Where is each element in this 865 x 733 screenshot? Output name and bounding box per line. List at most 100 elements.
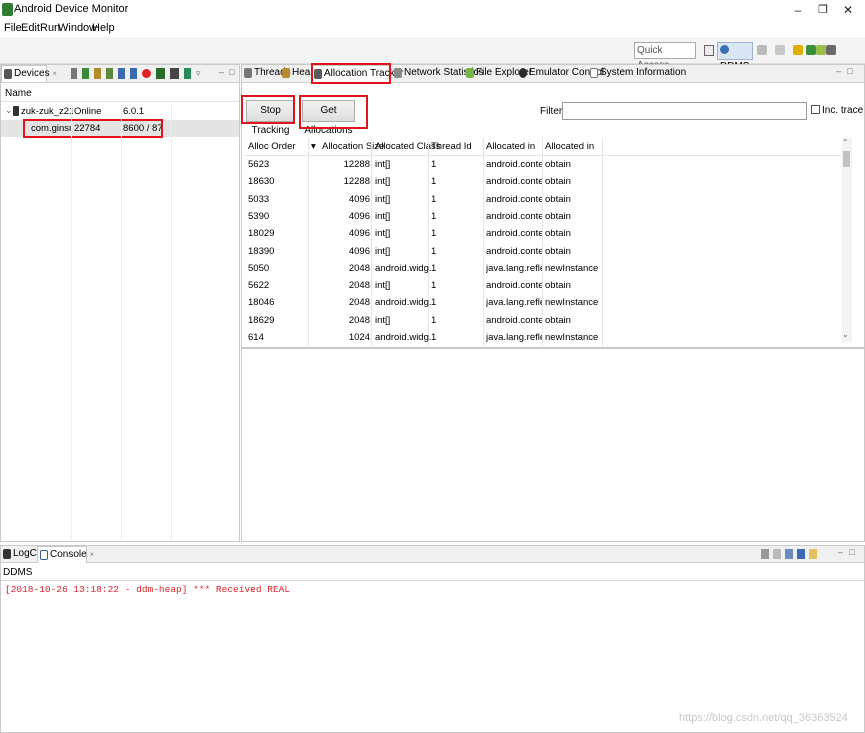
scroll-up-icon[interactable]: ⌃: [842, 138, 849, 147]
col-allocated-in[interactable]: Allocated in: [486, 138, 535, 156]
clear-console-icon[interactable]: [773, 549, 781, 559]
open-console-icon[interactable]: [809, 549, 817, 559]
tab-devices[interactable]: Devices ×: [1, 65, 57, 82]
table-cell: 1: [431, 297, 437, 309]
tab-file-explorer[interactable]: File Explorer: [464, 65, 532, 82]
table-cell: int[]: [375, 228, 391, 240]
inc-trace-checkbox[interactable]: [811, 105, 820, 114]
table-cell: 5623: [248, 159, 270, 170]
tab-console[interactable]: Console ×: [37, 546, 94, 563]
update-threads-icon[interactable]: [118, 68, 125, 79]
process-row[interactable]: com.ginsmil 22784 8600 / 87: [1, 120, 239, 137]
tab-allocation-tracker[interactable]: Allocation Tracker: [311, 65, 403, 82]
table-row[interactable]: 5622 2048 int[] 1 android.conte...obtain: [244, 277, 844, 294]
process-pid: 22784: [74, 123, 101, 134]
stop-tracking-button[interactable]: Stop Tracking: [246, 100, 295, 136]
menu-file[interactable]: File: [4, 22, 22, 34]
method-profiling-icon[interactable]: [130, 68, 137, 79]
close-button[interactable]: ✕: [838, 1, 858, 19]
console-divider: [1, 580, 864, 581]
maximize-view-icon[interactable]: □: [849, 547, 854, 557]
opengl-trace-icon[interactable]: [184, 68, 191, 79]
table-row[interactable]: 5050 2048 android.widg...1 java.lang.refle.…: [244, 260, 844, 277]
table-cell: android.conte...: [486, 159, 542, 170]
table-cell: android.conte...: [486, 228, 542, 240]
system-info-icon: [590, 68, 598, 78]
debug-icon[interactable]: [757, 45, 767, 55]
tab-network-statistics[interactable]: Network Statistics: [392, 65, 483, 82]
table-cell: newInstance: [545, 262, 599, 274]
minimize-view-icon[interactable]: –: [836, 66, 841, 76]
table-cell: 1: [431, 193, 437, 205]
tools-icon[interactable]: [826, 45, 836, 55]
sdk-manager-icon[interactable]: [806, 45, 816, 55]
table-row[interactable]: 614 1024 android.widg...1 java.lang.refle..…: [244, 329, 844, 346]
table-row[interactable]: 18029 4096 int[] 1 android.conte...obtain: [244, 225, 844, 242]
device-row[interactable]: ⌄ zuk-zuk_z2131- Online 6.0.1: [1, 103, 239, 120]
devices-col-divider: [71, 103, 72, 541]
col-alloc-order[interactable]: Alloc Order: [248, 138, 296, 156]
update-heap-icon[interactable]: [82, 68, 89, 79]
table-row[interactable]: 18046 2048 android.widg...1 java.lang.refle…: [244, 294, 844, 311]
filter-input[interactable]: [562, 102, 807, 120]
tab-heap[interactable]: Heap: [280, 65, 316, 82]
get-allocations-button[interactable]: Get Allocations: [302, 100, 355, 136]
tab-system-information[interactable]: System Information: [588, 65, 686, 82]
col-thread-id[interactable]: Thread Id: [431, 138, 472, 156]
tab-threads[interactable]: Threads: [242, 65, 291, 82]
table-scrollbar[interactable]: ⌃ ⌄: [842, 138, 852, 342]
pin-console-icon[interactable]: [785, 549, 793, 559]
scrollbar-thumb[interactable]: [843, 151, 850, 167]
open-perspective-icon[interactable]: [704, 45, 714, 56]
ddms-perspective-button[interactable]: DDMS: [717, 42, 753, 72]
minimize-view-icon[interactable]: –: [838, 547, 843, 557]
scroll-lock-icon[interactable]: [761, 549, 769, 559]
close-tab-icon[interactable]: ×: [89, 550, 94, 559]
table-cell: obtain: [545, 210, 571, 222]
expand-chevron-icon[interactable]: ⌄: [5, 105, 13, 116]
network-icon: [394, 68, 402, 78]
table-cell: android.conte...: [486, 314, 542, 326]
view-menu-icon[interactable]: ▿: [196, 68, 203, 79]
splitter[interactable]: [242, 347, 864, 349]
quick-access-input[interactable]: Quick Access: [634, 42, 696, 71]
systrace-icon[interactable]: [170, 68, 179, 79]
display-console-icon[interactable]: [797, 549, 805, 559]
table-cell: android.conte...: [486, 210, 542, 222]
debug-process-icon[interactable]: [71, 68, 77, 79]
table-row[interactable]: 5623 12288 int[] 1 android.conte...obtain: [244, 156, 844, 173]
table-row[interactable]: 18630 12288 int[] 1 android.conte...obtain: [244, 173, 844, 190]
table-cell: obtain: [545, 245, 571, 257]
table-row[interactable]: 5033 4096 int[] 1 android.conte...obtain: [244, 191, 844, 208]
hierarchy-icon[interactable]: [793, 45, 803, 55]
tab-emulator-control[interactable]: Emulator Control: [517, 65, 604, 82]
gc-icon[interactable]: [106, 68, 113, 79]
col-allocated-in-method[interactable]: Allocated in: [545, 138, 594, 156]
avd-manager-icon[interactable]: [816, 45, 826, 55]
table-cell: 18390: [248, 245, 275, 257]
devices-col-divider: [171, 103, 172, 541]
table-row[interactable]: 18390 4096 int[] 1 android.conte...obtain: [244, 243, 844, 260]
table-cell: 1: [431, 210, 437, 222]
stop-process-icon[interactable]: [142, 69, 151, 78]
tab-logcat[interactable]: LogCat: [1, 546, 45, 563]
table-row[interactable]: 18629 2048 int[] 1 android.conte...obtain: [244, 312, 844, 329]
maximize-view-icon[interactable]: □: [847, 66, 852, 76]
close-tab-icon[interactable]: ×: [52, 69, 57, 78]
device-status: Online: [74, 106, 102, 117]
menu-edit[interactable]: Edit: [21, 22, 40, 34]
table-cell: 18029: [248, 228, 275, 240]
maximize-button[interactable]: ❐: [813, 1, 833, 19]
table-row[interactable]: 5390 4096 int[] 1 android.conte...obtain: [244, 208, 844, 225]
table-cell: 4096: [348, 193, 370, 205]
minimize-view-icon[interactable]: –: [219, 67, 224, 77]
table-cell: android.conte...: [486, 245, 542, 257]
maximize-view-icon[interactable]: □: [229, 67, 234, 77]
screen-capture-icon[interactable]: [156, 68, 165, 79]
java-icon[interactable]: [775, 45, 785, 55]
scroll-down-icon[interactable]: ⌄: [842, 330, 849, 339]
dump-hprof-icon[interactable]: [94, 68, 101, 79]
device-version: 6.0.1: [123, 106, 145, 117]
menu-help[interactable]: Help: [92, 22, 115, 34]
minimize-button[interactable]: –: [788, 1, 808, 19]
